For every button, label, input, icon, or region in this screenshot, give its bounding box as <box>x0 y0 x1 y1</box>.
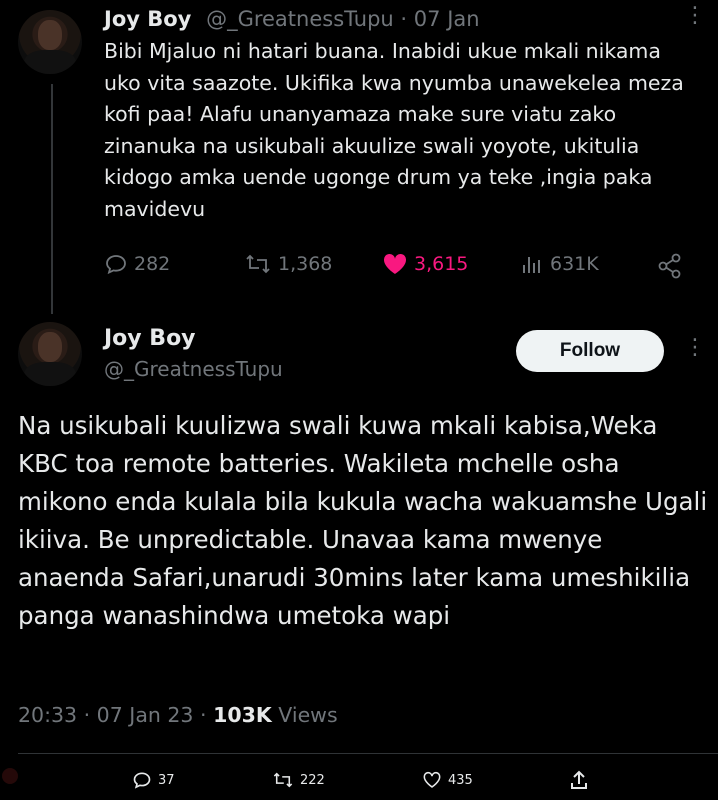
divider <box>18 753 718 754</box>
like-count: 435 <box>448 772 473 788</box>
retweet-icon <box>273 772 293 788</box>
bottom-action-bar: 37 222 435 <box>0 762 718 800</box>
follow-button[interactable]: Follow <box>516 330 664 372</box>
retweet-icon <box>246 254 270 274</box>
tweet-date[interactable]: 07 Jan 23 <box>97 703 194 727</box>
tweet-meta: 20:33 · 07 Jan 23 · 103K Views <box>18 703 338 727</box>
tweet1-header: Joy Boy @_GreatnessTupu · 07 Jan <box>104 7 480 31</box>
avatar-body <box>24 362 76 386</box>
reply-icon <box>106 255 126 275</box>
views-count: 631K <box>550 253 599 275</box>
separator-dot: · <box>83 703 91 727</box>
retweet-count: 222 <box>300 772 325 788</box>
author-name[interactable]: Joy Boy <box>104 7 191 31</box>
reply-count: 37 <box>158 772 175 788</box>
author-handle[interactable]: @_GreatnessTupu <box>206 7 394 31</box>
like-count: 3,615 <box>414 253 469 275</box>
views-button[interactable]: 631K <box>520 252 599 276</box>
author-handle[interactable]: @_GreatnessTupu <box>104 357 283 381</box>
tweet1-text: Bibi Mjaluo ni hatari buana. Inabidi uku… <box>104 39 684 221</box>
avatar-face <box>38 332 62 362</box>
author-name[interactable]: Joy Boy <box>104 326 196 351</box>
avatar[interactable] <box>18 322 82 386</box>
share-button[interactable] <box>570 770 594 790</box>
views-icon <box>523 257 540 273</box>
reply-count: 282 <box>134 253 171 275</box>
tweet1-actions: 282 1,368 3,615 631K <box>104 252 694 284</box>
retweet-button[interactable]: 1,368 <box>244 252 332 276</box>
reply-button[interactable]: 37 <box>132 770 175 790</box>
more-options-icon[interactable]: ⋮ <box>684 5 706 27</box>
like-button[interactable]: 435 <box>422 770 473 790</box>
tweet-date[interactable]: 07 Jan <box>414 7 480 31</box>
avatar-face <box>38 20 62 50</box>
retweet-button[interactable]: 222 <box>272 770 325 790</box>
like-button[interactable]: 3,615 <box>382 252 468 276</box>
reply-button[interactable]: 282 <box>104 252 170 276</box>
share-icon <box>658 253 681 279</box>
heart-filled-icon <box>383 253 407 274</box>
separator-dot: · <box>400 7 408 31</box>
avatar-body <box>24 50 76 74</box>
share-button[interactable] <box>656 252 690 280</box>
heart-icon <box>423 771 441 788</box>
tweet-time[interactable]: 20:33 <box>18 703 77 727</box>
separator-dot: · <box>200 703 207 727</box>
upload-icon <box>571 770 587 789</box>
thread-line <box>51 84 53 314</box>
tweet2-text: Na usikubali kuulizwa swali kuwa mkali k… <box>18 411 708 630</box>
avatar[interactable] <box>18 10 82 74</box>
views-label: Views <box>278 703 338 727</box>
more-options-icon[interactable]: ⋮ <box>684 337 706 359</box>
views-count: 103K <box>213 703 272 727</box>
reply-icon <box>133 772 151 789</box>
retweet-count: 1,368 <box>278 253 333 275</box>
